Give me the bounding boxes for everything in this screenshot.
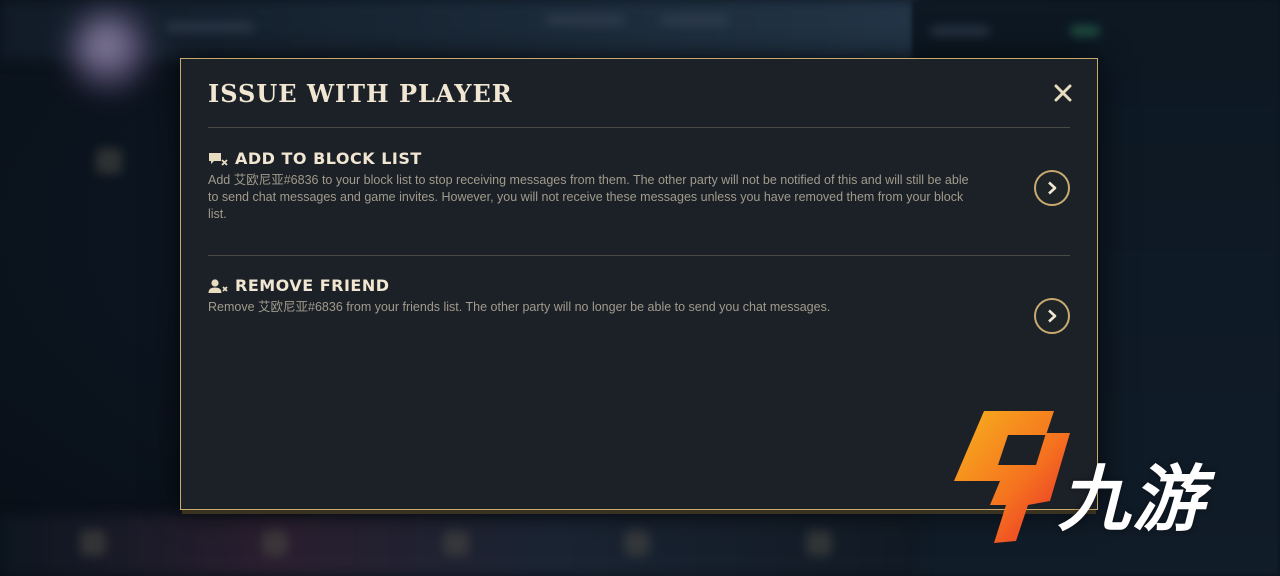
background-text: [660, 15, 730, 25]
chevron-right-icon: [1048, 181, 1057, 195]
background-icon: [624, 530, 650, 556]
add-to-block-list-button[interactable]: [1034, 170, 1070, 206]
add-to-block-list-option[interactable]: ADD TO BLOCK LIST Add 艾欧尼亚#6836 to your …: [208, 149, 1070, 223]
background-text: [165, 22, 255, 32]
background-status: [1070, 26, 1100, 36]
divider: [208, 255, 1070, 256]
divider: [208, 127, 1070, 128]
remove-friend-icon: [208, 278, 228, 294]
remove-friend-button[interactable]: [1034, 298, 1070, 334]
background-icon: [80, 530, 106, 556]
close-button[interactable]: [1051, 81, 1075, 105]
background-icon: [262, 530, 288, 556]
background-avatar: [70, 10, 150, 90]
add-to-block-list-description: Add 艾欧尼亚#6836 to your block list to stop…: [208, 173, 969, 221]
background-icon: [443, 530, 469, 556]
background-text: [930, 26, 990, 36]
add-to-block-list-title: ADD TO BLOCK LIST: [235, 149, 422, 168]
dialog-title: ISSUE WITH PLAYER: [208, 79, 513, 108]
remove-friend-option[interactable]: REMOVE FRIEND Remove 艾欧尼亚#6836 from your…: [208, 276, 1070, 316]
background-icon: [806, 530, 832, 556]
background-text: [545, 15, 625, 25]
remove-friend-description: Remove 艾欧尼亚#6836 from your friends list.…: [208, 300, 831, 314]
close-icon: [1054, 84, 1072, 102]
background-icon: [96, 148, 122, 174]
block-chat-icon: [208, 151, 228, 167]
chevron-right-icon: [1048, 309, 1057, 323]
remove-friend-title: REMOVE FRIEND: [235, 276, 390, 295]
watermark-text: 九游: [1058, 457, 1207, 541]
